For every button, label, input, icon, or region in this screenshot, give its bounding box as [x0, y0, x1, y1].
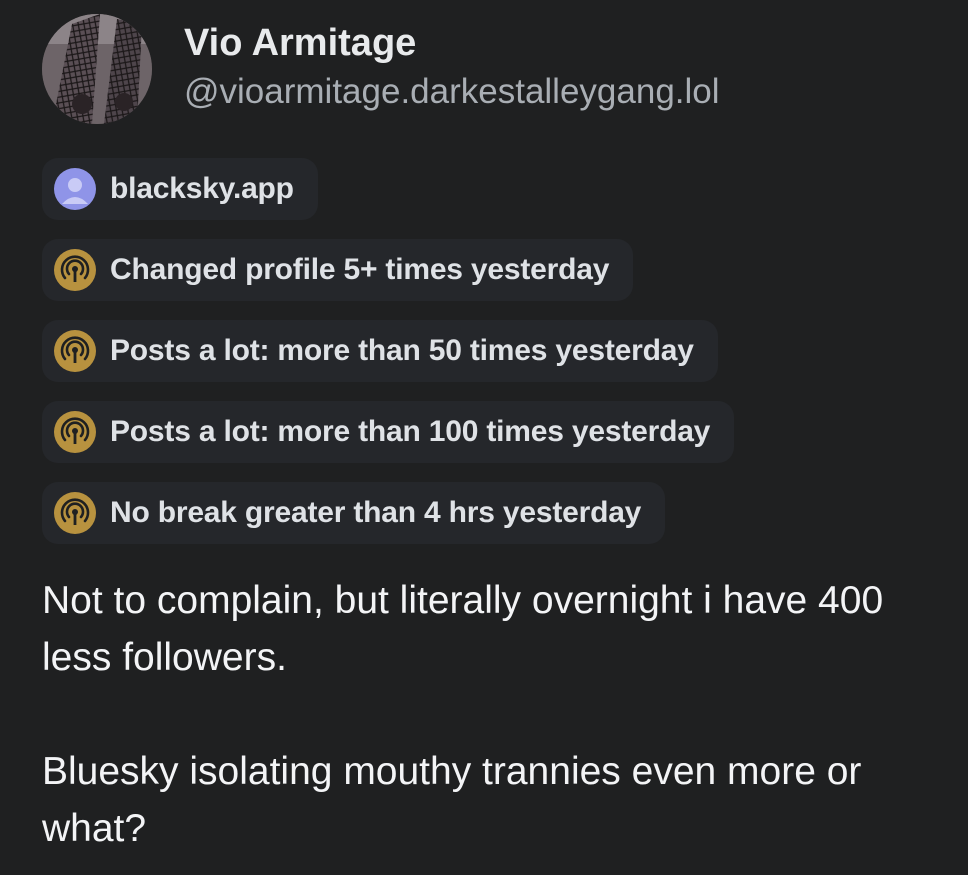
post-paragraph: Not to complain, but literally overnight… [42, 579, 884, 679]
broadcast-icon [54, 411, 96, 453]
label-pill-no-break[interactable]: No break greater than 4 hrs yesterday [42, 482, 666, 544]
label-pill-posts-50[interactable]: Posts a lot: more than 50 times yesterda… [42, 320, 718, 382]
author-display-name[interactable]: Vio Armitage [184, 20, 720, 66]
post-header: Vio Armitage @vioarmitage.darkestalleyga… [42, 14, 720, 124]
label-text: No break greater than 4 hrs yesterday [110, 496, 642, 529]
label-pill-blacksky[interactable]: blacksky.app [42, 158, 318, 220]
person-avatar-icon [54, 168, 96, 210]
broadcast-icon [54, 249, 96, 291]
label-pill-posts-100[interactable]: Posts a lot: more than 100 times yesterd… [42, 401, 735, 463]
label-pill-changed-profile[interactable]: Changed profile 5+ times yesterday [42, 239, 634, 301]
moderation-labels: blacksky.app Changed profile 5+ times ye… [42, 158, 735, 563]
label-text: Changed profile 5+ times yesterday [110, 253, 610, 286]
broadcast-icon [54, 492, 96, 534]
avatar-image [42, 14, 152, 124]
avatar[interactable] [42, 14, 152, 124]
author-names: Vio Armitage @vioarmitage.darkestalleyga… [184, 20, 720, 114]
broadcast-icon [54, 330, 96, 372]
post-card: Vio Armitage @vioarmitage.darkestalleyga… [0, 0, 968, 875]
post-paragraph: Bluesky isolating mouthy trannies even m… [42, 750, 862, 850]
label-text: blacksky.app [110, 172, 294, 205]
post-body: Not to complain, but literally overnight… [42, 572, 932, 857]
label-text: Posts a lot: more than 100 times yesterd… [110, 415, 711, 448]
author-handle[interactable]: @vioarmitage.darkestalleygang.lol [184, 70, 720, 114]
label-text: Posts a lot: more than 50 times yesterda… [110, 334, 694, 367]
